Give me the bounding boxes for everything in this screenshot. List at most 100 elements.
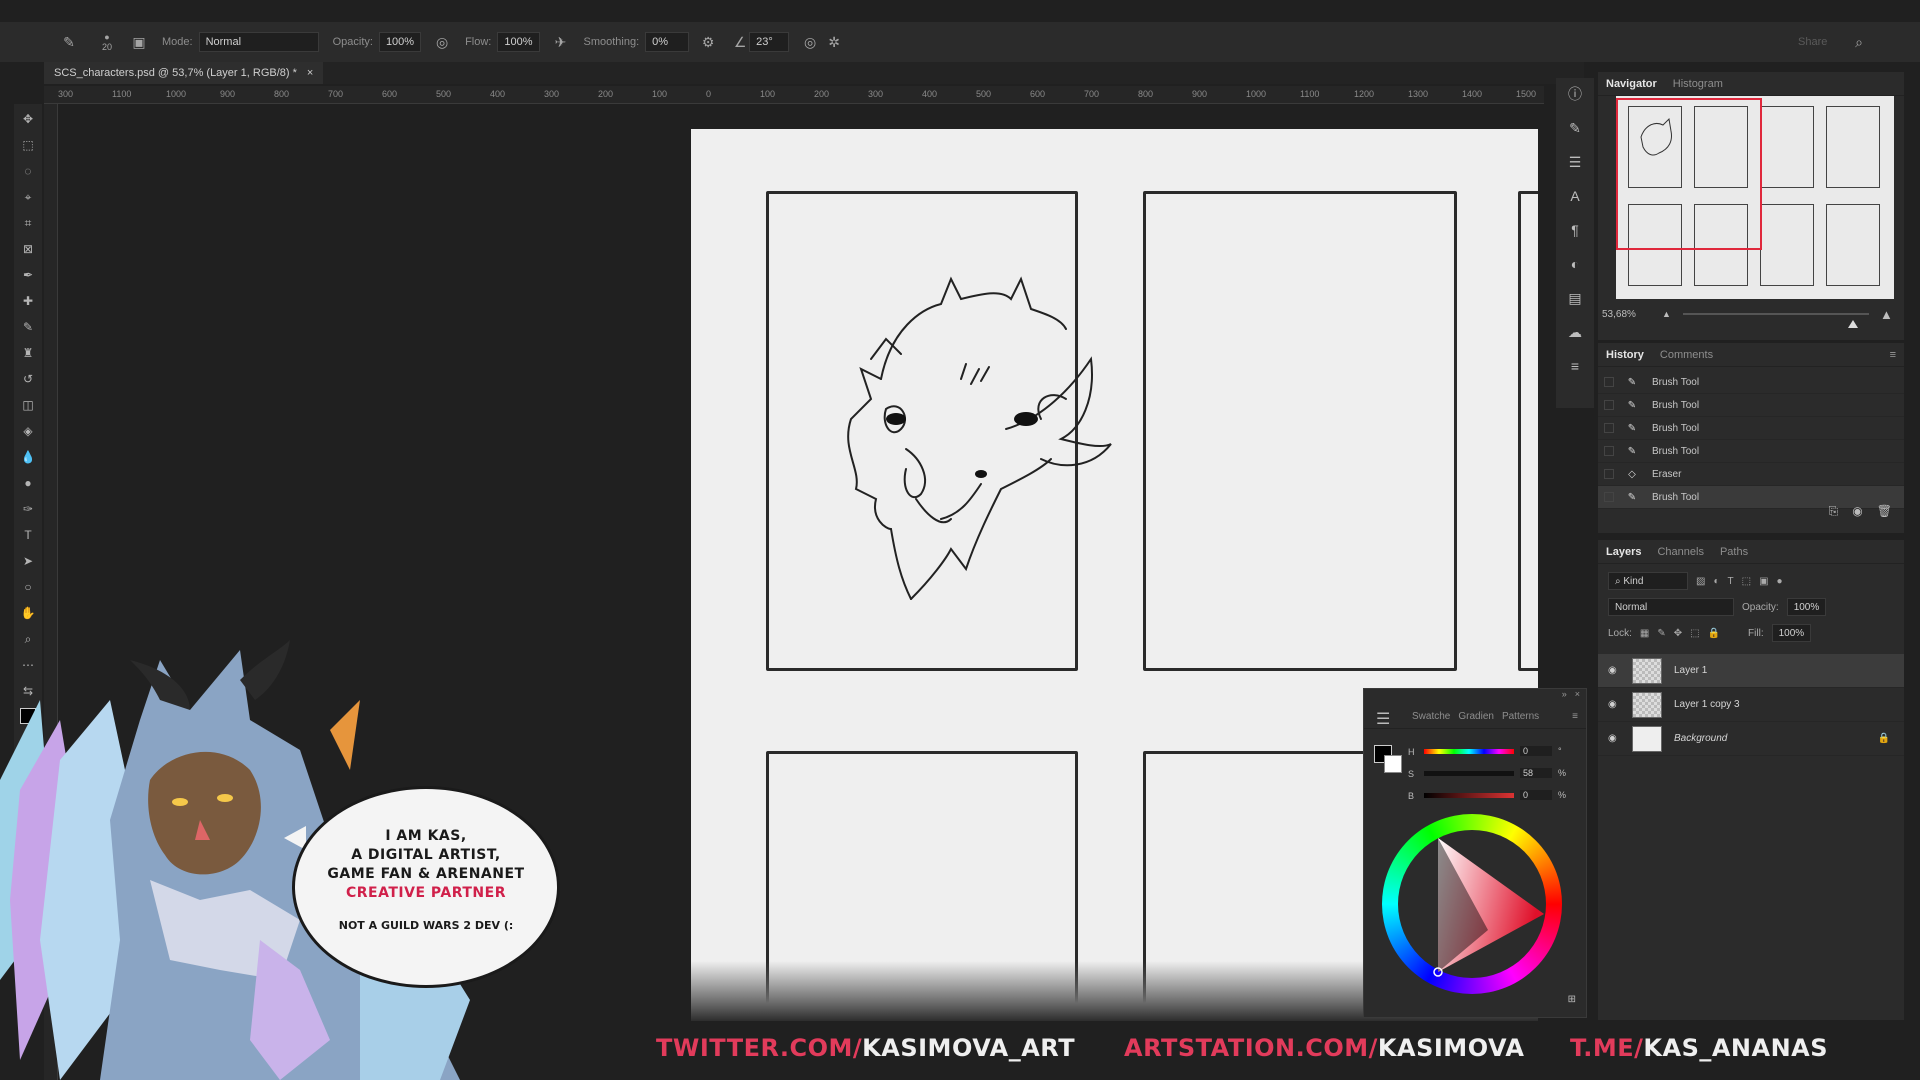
layer-row[interactable]: ◉ Background 🔒 [1598, 722, 1904, 756]
brush-tool-icon[interactable]: ✎ [60, 33, 78, 51]
tab-patterns[interactable]: Patterns [1502, 711, 1539, 722]
dodge-icon[interactable]: ● [19, 474, 37, 492]
path-select-icon[interactable]: ➤ [19, 552, 37, 570]
type-filter-icon[interactable]: T [1728, 576, 1734, 587]
hue-value[interactable]: 0 [1520, 746, 1552, 756]
saturation-value[interactable]: 58 [1520, 768, 1552, 778]
blend-mode-select[interactable]: Normal [1608, 598, 1734, 616]
telegram-link[interactable]: T.ME/KAS_ANANAS [1570, 1034, 1828, 1062]
panel-menu-icon[interactable]: ≡ [1572, 711, 1578, 722]
collapse-icon[interactable]: » [1562, 689, 1567, 705]
info-icon[interactable]: ⓘ [1565, 84, 1585, 104]
libraries-icon[interactable]: ▤ [1565, 288, 1585, 308]
tab-navigator[interactable]: Navigator [1606, 78, 1657, 90]
tab-history[interactable]: History [1606, 349, 1644, 361]
history-checkbox[interactable] [1604, 492, 1614, 502]
new-document-from-state-icon[interactable]: ⎘ [1829, 504, 1839, 519]
trash-icon[interactable]: 🗑 [1877, 504, 1892, 519]
artstation-link[interactable]: ARTSTATION.COM/KASIMOVA [1124, 1034, 1524, 1062]
shape-filter-icon[interactable]: ⬚ [1742, 576, 1751, 587]
mode-select[interactable]: Normal [198, 32, 319, 52]
history-checkbox[interactable] [1604, 469, 1614, 479]
airbrush-icon[interactable]: ✈ [552, 33, 570, 51]
history-checkbox[interactable] [1604, 446, 1614, 456]
search-icon[interactable]: ⌕ [1850, 33, 1868, 51]
symmetry-icon[interactable]: ✲ [825, 33, 843, 51]
lock-position-icon[interactable]: ✥ [1674, 628, 1682, 639]
image-filter-icon[interactable]: ▨ [1696, 576, 1705, 587]
history-item[interactable]: ✎ Brush Tool [1598, 394, 1904, 417]
opacity-input[interactable]: 100% [378, 32, 422, 52]
close-icon[interactable]: × [1575, 689, 1580, 705]
zoom-slider-knob[interactable] [1848, 320, 1858, 328]
lock-transparent-icon[interactable]: ▦ [1640, 628, 1649, 639]
lasso-tool-icon[interactable]: ◌ [19, 162, 37, 180]
brightness-value[interactable]: 0 [1520, 790, 1552, 800]
lock-all-icon[interactable]: 🔒 [1708, 628, 1720, 639]
twitter-link[interactable]: TWITTER.COM/KASIMOVA_ART [656, 1034, 1075, 1062]
zoom-out-icon[interactable]: ▲ [1662, 309, 1671, 319]
eyedropper-icon[interactable]: ✒ [19, 266, 37, 284]
healing-brush-icon[interactable]: ✚ [19, 292, 37, 310]
document-tab[interactable]: SCS_characters.psd @ 53,7% (Layer 1, RGB… [44, 62, 324, 84]
history-checkbox[interactable] [1604, 423, 1614, 433]
expand-icon[interactable]: ⊞ [1568, 994, 1576, 1005]
filter-toggle-icon[interactable]: ● [1777, 576, 1783, 587]
tab-comments[interactable]: Comments [1660, 349, 1713, 361]
zoom-value[interactable]: 53,68% [1602, 309, 1636, 320]
crop-tool-icon[interactable]: ⌗ [19, 214, 37, 232]
lock-icon[interactable]: 🔒 [1878, 733, 1890, 744]
hue-slider[interactable] [1424, 749, 1514, 754]
paint-bucket-icon[interactable]: ◈ [19, 422, 37, 440]
brush-settings-icon[interactable]: ▣ [130, 33, 148, 51]
eye-icon[interactable]: ◉ [1608, 665, 1624, 676]
tab-layers[interactable]: Layers [1606, 546, 1641, 558]
paragraph-panel-icon[interactable]: ¶ [1565, 220, 1585, 240]
layer-opacity-input[interactable]: 100% [1786, 598, 1827, 616]
tab-channels[interactable]: Channels [1657, 546, 1703, 558]
history-checkbox[interactable] [1604, 400, 1614, 410]
eraser-icon[interactable]: ◫ [19, 396, 37, 414]
adjustment-filter-icon[interactable]: ◐ [1713, 576, 1719, 587]
properties-icon[interactable]: ≡ [1565, 356, 1585, 376]
tab-paths[interactable]: Paths [1720, 546, 1748, 558]
history-item[interactable]: ✎ Brush Tool [1598, 371, 1904, 394]
zoom-in-icon[interactable]: ▲ [1880, 307, 1893, 322]
history-item[interactable]: ◇ Eraser [1598, 463, 1904, 486]
fill-input[interactable]: 100% [1771, 624, 1812, 642]
layer-row[interactable]: ◉ Layer 1 copy 3 [1598, 688, 1904, 722]
zoom-slider[interactable] [1683, 313, 1869, 328]
clone-stamp-icon[interactable]: ♜ [19, 344, 37, 362]
history-item[interactable]: ✎ Brush Tool [1598, 417, 1904, 440]
lock-artboard-icon[interactable]: ⬚ [1690, 628, 1699, 639]
eye-icon[interactable]: ◉ [1608, 733, 1624, 744]
saturation-slider[interactable] [1424, 771, 1514, 776]
ellipse-tool-icon[interactable]: ○ [19, 578, 37, 596]
pressure-size-icon[interactable]: ◎ [801, 33, 819, 51]
close-tab-icon[interactable]: × [307, 67, 313, 79]
flow-input[interactable]: 100% [497, 32, 540, 52]
brush-preset-picker[interactable]: ● 20 [98, 32, 116, 52]
history-item[interactable]: ✎ Brush Tool [1598, 440, 1904, 463]
history-checkbox[interactable] [1604, 377, 1614, 387]
hand-tool-icon[interactable]: ✋ [19, 604, 37, 622]
tab-swatches[interactable]: Swatche [1412, 711, 1450, 722]
share-button[interactable]: Share [1798, 36, 1827, 48]
adjustments-icon[interactable]: ☰ [1565, 152, 1585, 172]
character-panel-icon[interactable]: A [1565, 186, 1585, 206]
pressure-opacity-icon[interactable]: ◎ [433, 33, 451, 51]
color-triangle[interactable] [1398, 830, 1546, 978]
navigator-view-box[interactable] [1616, 98, 1762, 250]
tab-histogram[interactable]: Histogram [1673, 78, 1723, 90]
background-swatch[interactable] [1384, 755, 1402, 773]
color-panel-icon[interactable]: ◐ [1565, 254, 1585, 274]
panel-menu-icon[interactable]: ≡ [1890, 349, 1896, 361]
pen-tool-icon[interactable]: ✑ [19, 500, 37, 518]
color-wheel[interactable] [1382, 814, 1562, 994]
navigator-preview[interactable] [1616, 96, 1894, 299]
marquee-tool-icon[interactable]: ⬚ [19, 136, 37, 154]
brightness-slider[interactable] [1424, 793, 1514, 798]
learn-icon[interactable]: ☁ [1565, 322, 1585, 342]
frame-tool-icon[interactable]: ⊠ [19, 240, 37, 258]
type-tool-icon[interactable]: T [19, 526, 37, 544]
